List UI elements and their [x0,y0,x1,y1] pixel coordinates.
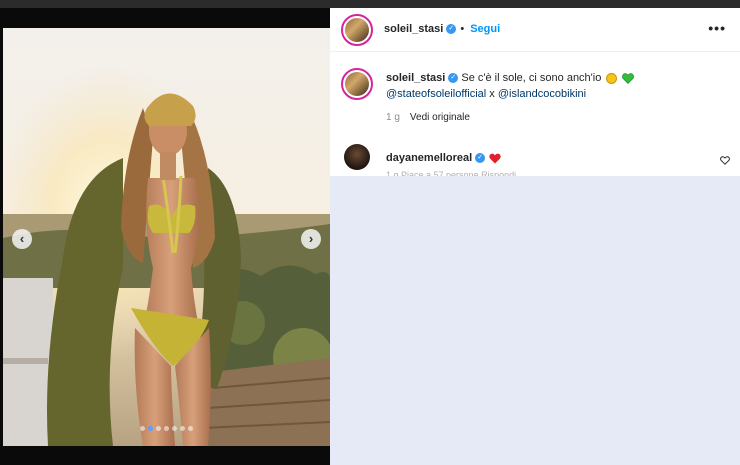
verified-badge-icon: ✓ [448,73,459,84]
caption-author-avatar[interactable] [341,68,373,100]
carousel-dot-active [148,426,153,431]
caption-text: soleil_stasi ✓ Se c'è il sole, ci sono an… [386,70,716,102]
post-side-panel: soleil_stasi ✓ • Segui ••• soleil_stasi ✓… [330,8,740,176]
red-heart-icon [489,153,501,163]
mention-link[interactable]: @stateofsoleilofficial [386,88,486,100]
verified-badge-icon: ✓ [446,24,457,34]
green-heart-icon [622,72,635,84]
verified-badge-icon: ✓ [475,153,486,163]
instagram-post-modal: ‹ › soleil_stasi ✓ • Segui ••• soleil_st… [0,0,740,465]
background-top-bar [0,0,740,8]
carousel-dot [140,426,145,431]
carousel-prev-button[interactable]: ‹ [12,229,32,249]
author-name-row: soleil_stasi ✓ • Segui [384,23,500,35]
comment-row: dayanemelloreal ✓ 1 g Piace a 57 persone… [330,144,740,176]
commenter-username[interactable]: dayanemelloreal [386,152,472,164]
mention-link[interactable]: @islandcocobikini [498,88,586,100]
post-media-frame: ‹ › [0,8,330,465]
panel-blank-area [330,176,740,465]
carousel-dot [188,426,193,431]
like-comment-icon[interactable] [720,156,730,165]
author-username[interactable]: soleil_stasi [384,23,443,35]
follow-button[interactable]: Segui [470,23,500,35]
see-original-link[interactable]: Vedi originale [410,112,470,123]
commenter-avatar[interactable] [344,144,370,170]
separator-dot: • [460,23,465,35]
author-avatar[interactable] [341,14,373,46]
carousel-next-button[interactable]: › [301,229,321,249]
post-time[interactable]: 1 g [386,112,400,123]
caption-meta: 1 g Vedi originale [386,112,470,123]
post-photo[interactable] [3,28,330,446]
commenter-name-row: dayanemelloreal ✓ [386,152,501,164]
post-header: soleil_stasi ✓ • Segui ••• [330,8,740,52]
carousel-dot [164,426,169,431]
caption-body: Se c'è il sole, ci sono anch'io [461,72,602,84]
mention-join: x [486,88,498,100]
more-options-icon[interactable]: ••• [708,20,726,36]
carousel-indicator [140,426,193,431]
carousel-dot [180,426,185,431]
sun-emoji-icon [606,72,618,84]
carousel-dot [156,426,161,431]
carousel-dot [172,426,177,431]
caption-username[interactable]: soleil_stasi [386,72,445,84]
photo-illustration [3,28,330,446]
